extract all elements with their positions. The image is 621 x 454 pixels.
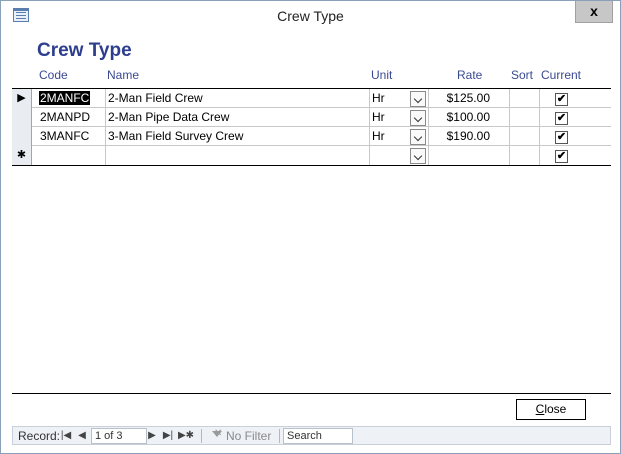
name-cell[interactable]: 2-Man Field Crew [108, 89, 368, 108]
first-record-icon[interactable]: |◀ [59, 428, 73, 443]
record-label: Record: [18, 429, 61, 443]
column-divider [509, 89, 510, 108]
current-checkbox[interactable]: ✔ [555, 112, 568, 125]
search-input[interactable]: Search [283, 428, 353, 444]
code-cell[interactable]: 3MANFC [40, 127, 105, 146]
column-divider [509, 108, 510, 127]
rate-cell[interactable]: $100.00 [430, 108, 490, 127]
current-checkbox[interactable]: ✔ [555, 131, 568, 144]
column-divider [369, 146, 370, 165]
code-cell[interactable] [40, 146, 105, 165]
unit-cell[interactable]: Hr [372, 127, 408, 146]
filter-indicator[interactable]: No Filter [211, 428, 272, 443]
column-divider [539, 89, 540, 108]
name-cell[interactable]: 2-Man Pipe Data Crew [108, 108, 368, 127]
close-button-label: lose [544, 402, 567, 416]
column-divider [105, 108, 106, 127]
rate-cell[interactable] [430, 146, 490, 165]
crew-type-window: Crew Type x Crew Type Code Name Unit Rat… [0, 0, 621, 454]
current-record-field[interactable]: 1 of 3 [91, 428, 147, 444]
unit-cell[interactable] [372, 146, 408, 165]
column-divider [428, 108, 429, 127]
table-row: ▶ 2MANFC 2-Man Field Crew Hr $125.00 ✔ [12, 89, 611, 108]
table-row: 2MANPD 2-Man Pipe Data Crew Hr $100.00 ✔ [12, 108, 611, 127]
column-divider [369, 127, 370, 146]
column-divider [509, 146, 510, 165]
previous-record-icon[interactable]: ◀ [75, 428, 89, 443]
column-divider [509, 127, 510, 146]
column-divider [428, 89, 429, 108]
unit-cell[interactable]: Hr [372, 89, 408, 108]
column-divider [539, 127, 540, 146]
unit-cell[interactable]: Hr [372, 108, 408, 127]
name-cell[interactable] [108, 146, 368, 165]
column-header-sort: Sort [511, 68, 534, 82]
window-title: Crew Type [277, 8, 344, 24]
filter-icon [211, 428, 223, 441]
form-heading: Crew Type [37, 40, 132, 61]
code-cell[interactable]: 2MANPD [40, 108, 105, 127]
sort-cell[interactable] [511, 89, 539, 108]
column-divider [428, 127, 429, 146]
column-header-rate: Rate [457, 68, 483, 82]
current-checkbox[interactable]: ✔ [555, 93, 568, 106]
code-cell[interactable]: 2MANFC [39, 89, 105, 108]
title-bar: Crew Type x [1, 1, 620, 31]
filter-label: No Filter [226, 429, 272, 443]
sort-cell[interactable] [511, 127, 539, 146]
new-record-icon[interactable]: ✱ [12, 146, 32, 165]
record-navigation-bar: Record: |◀ ◀ 1 of 3 ▶ ▶| ▶✱ No Filter Se… [12, 426, 611, 445]
last-record-icon[interactable]: ▶| [161, 428, 175, 443]
nav-separator [201, 429, 202, 443]
new-record-row: ✱ ✔ [12, 146, 611, 165]
footer-divider [12, 393, 611, 394]
crew-type-grid: ▶ 2MANFC 2-Man Field Crew Hr $125.00 ✔ 2… [12, 88, 611, 166]
close-button[interactable]: Close [516, 399, 586, 420]
sort-cell[interactable] [511, 108, 539, 127]
rate-cell[interactable]: $125.00 [430, 89, 490, 108]
column-divider [105, 89, 106, 108]
column-divider [369, 89, 370, 108]
record-selector[interactable] [12, 108, 32, 127]
column-divider [428, 146, 429, 165]
table-row: 3MANFC 3-Man Field Survey Crew Hr $190.0… [12, 127, 611, 146]
new-record-nav-icon[interactable]: ▶✱ [177, 428, 195, 443]
unit-dropdown-icon[interactable] [410, 148, 426, 164]
column-divider [105, 127, 106, 146]
column-header-name: Name [107, 68, 140, 82]
nav-separator [279, 429, 280, 443]
record-selector[interactable] [12, 127, 32, 146]
name-cell[interactable]: 3-Man Field Survey Crew [108, 127, 368, 146]
next-record-icon[interactable]: ▶ [145, 428, 159, 443]
column-divider [105, 146, 106, 165]
close-window-button[interactable]: x [575, 1, 613, 23]
current-checkbox[interactable]: ✔ [555, 150, 568, 163]
column-header-current: Current [541, 68, 582, 82]
unit-dropdown-icon[interactable] [410, 110, 426, 126]
column-divider [369, 108, 370, 127]
column-header-unit: Unit [371, 68, 393, 82]
column-header-code: Code [39, 68, 68, 82]
column-divider [539, 108, 540, 127]
column-divider [539, 146, 540, 165]
code-value: 2MANFC [39, 91, 91, 105]
unit-dropdown-icon[interactable] [410, 91, 426, 107]
record-selector[interactable]: ▶ [12, 89, 32, 108]
unit-dropdown-icon[interactable] [410, 129, 426, 145]
sort-cell[interactable] [511, 146, 539, 165]
rate-cell[interactable]: $190.00 [430, 127, 490, 146]
